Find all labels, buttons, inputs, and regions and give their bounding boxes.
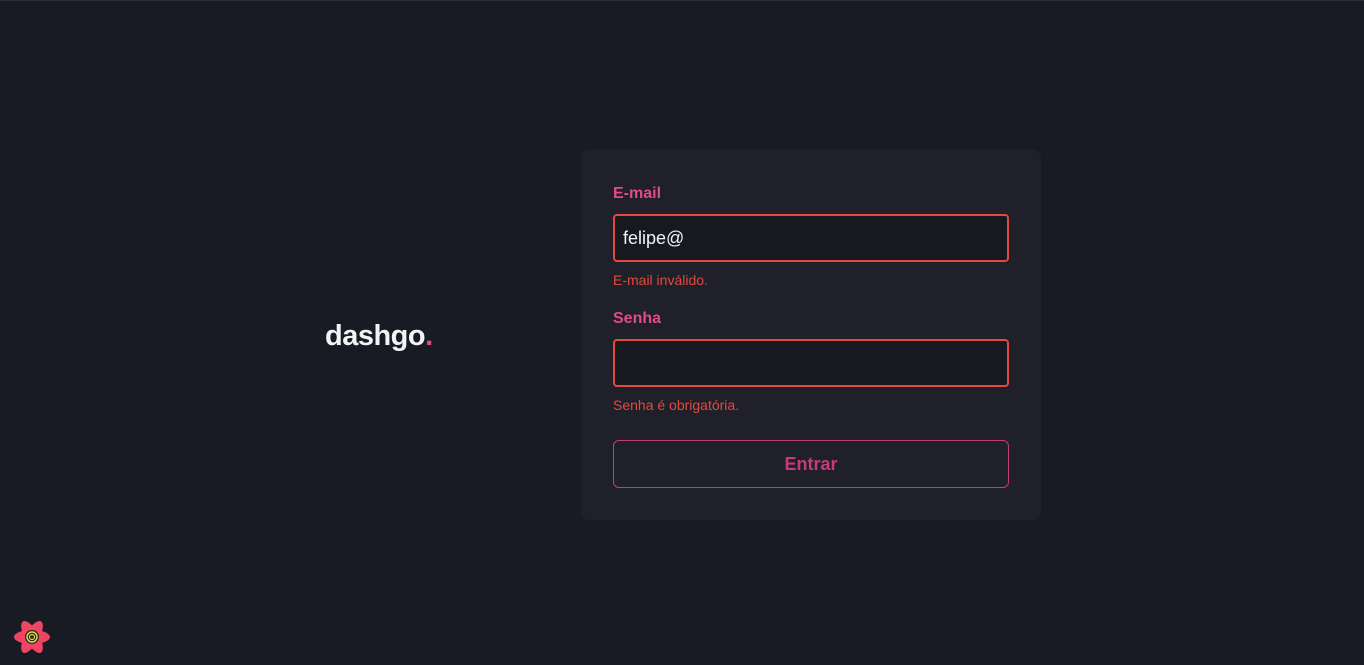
logo-dot: . bbox=[425, 320, 433, 352]
password-label: Senha bbox=[613, 310, 662, 327]
submit-button[interactable]: Entrar bbox=[613, 440, 1009, 488]
email-label: E-mail bbox=[613, 185, 662, 202]
logo: dashgo. bbox=[325, 318, 433, 354]
email-error-message: E-mail inválido. bbox=[613, 272, 708, 288]
email-field[interactable] bbox=[613, 214, 1009, 262]
logo-text: dashgo bbox=[325, 320, 426, 352]
sign-in-form: E-mail E-mail inválido. Senha Senha é ob… bbox=[581, 150, 1041, 520]
password-field[interactable] bbox=[613, 339, 1009, 387]
password-error-message: Senha é obrigatória. bbox=[613, 397, 740, 413]
top-border bbox=[0, 0, 1364, 1]
react-query-devtools-icon[interactable] bbox=[12, 617, 52, 657]
